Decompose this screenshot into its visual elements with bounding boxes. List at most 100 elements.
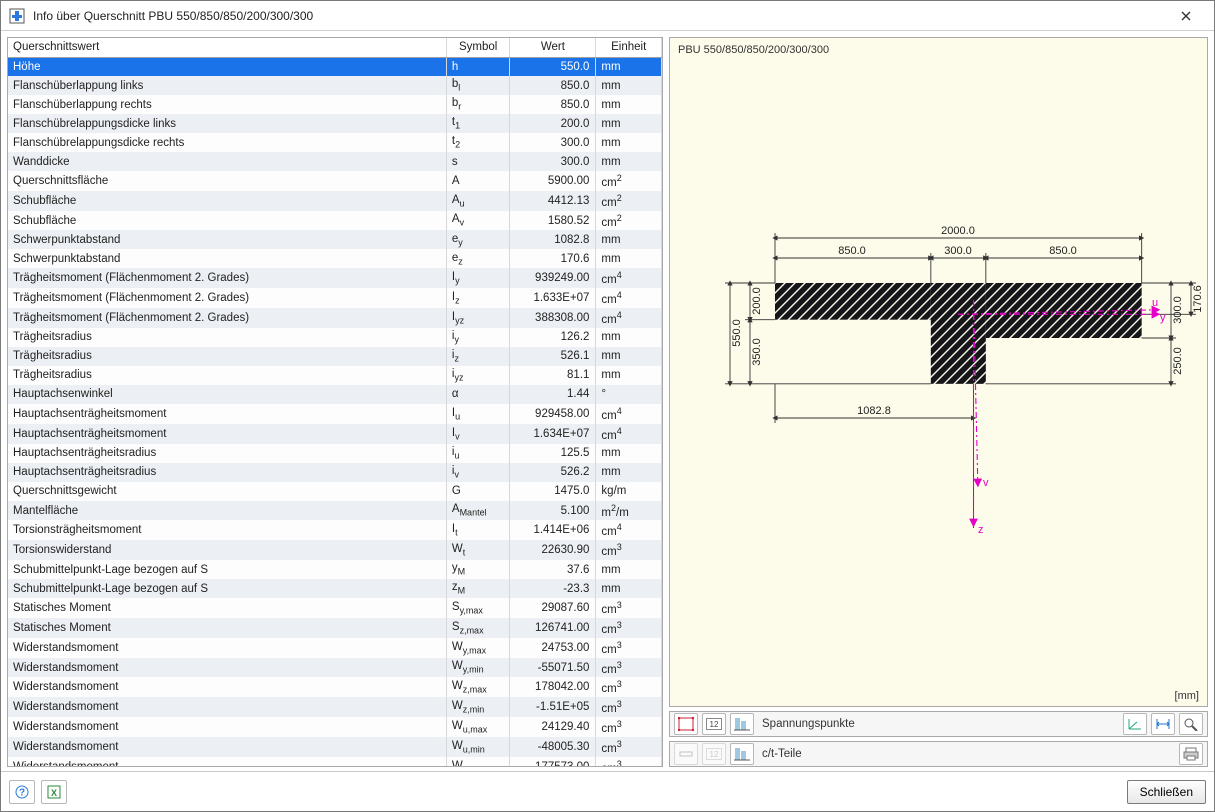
btn-ct-values-icon[interactable] xyxy=(730,743,754,765)
table-row[interactable]: Schwerpunktabstandez170.6mm xyxy=(8,249,662,268)
table-row[interactable]: Wanddickes300.0mm xyxy=(8,152,662,171)
btn-sp-values-icon[interactable] xyxy=(730,713,754,735)
cell-unit: mm xyxy=(596,579,662,598)
cell-name: Hauptachsenträgheitsmoment xyxy=(8,424,446,444)
cell-symbol: iyz xyxy=(446,366,510,385)
btn-sp-num-icon[interactable]: 12 xyxy=(702,713,726,735)
cell-symbol: iz xyxy=(446,347,510,366)
table-row[interactable]: Flanschübrelappungsdicke linkst1200.0mm xyxy=(8,114,662,133)
window-close-icon[interactable] xyxy=(1166,2,1206,30)
cell-unit: m2/m xyxy=(596,501,662,521)
cell-value: -1.51E+05 xyxy=(510,697,596,717)
table-row[interactable]: SchubflächeAu4412.13cm2 xyxy=(8,191,662,211)
table-row[interactable]: TorsionsträgheitsmomentIt1.414E+06cm4 xyxy=(8,520,662,540)
cell-name: Schubmittelpunkt-Lage bezogen auf S xyxy=(8,579,446,598)
svg-text:?: ? xyxy=(19,787,25,798)
cell-value: 300.0 xyxy=(510,133,596,152)
table-row[interactable]: Statisches MomentSy,max29087.60cm3 xyxy=(8,598,662,618)
table-row[interactable]: Trägheitsradiusiz526.1mm xyxy=(8,347,662,366)
cell-value: 200.0 xyxy=(510,114,596,133)
table-row[interactable]: WiderstandsmomentWu,max24129.40cm3 xyxy=(8,717,662,737)
table-row[interactable]: WiderstandsmomentWu,min-48005.30cm3 xyxy=(8,737,662,757)
cell-unit: cm3 xyxy=(596,598,662,618)
table-row[interactable]: QuerschnittsflächeA5900.00cm2 xyxy=(8,171,662,191)
cell-symbol: Iz xyxy=(446,288,510,308)
btn-axis-icon[interactable] xyxy=(1123,713,1147,735)
table-row[interactable]: WiderstandsmomentWz,min-1.51E+05cm3 xyxy=(8,697,662,717)
help-button[interactable]: ? xyxy=(9,780,35,804)
close-button[interactable]: Schließen xyxy=(1127,780,1206,804)
table-row[interactable]: Hauptachsenträgheitsradiusiu125.5mm xyxy=(8,444,662,463)
cell-value: 5900.00 xyxy=(510,171,596,191)
table-row[interactable]: MantelflächeAMantel5.100m2/m xyxy=(8,501,662,521)
window-title: Info über Querschnitt PBU 550/850/850/20… xyxy=(33,9,1166,23)
btn-print-icon[interactable] xyxy=(1179,743,1203,765)
cell-name: Höhe xyxy=(8,57,446,76)
table-row[interactable]: Höheh550.0mm xyxy=(8,57,662,76)
table-row[interactable]: TorsionswiderstandWt22630.90cm3 xyxy=(8,540,662,560)
table-row[interactable]: HauptachsenträgheitsmomentIu929458.00cm4 xyxy=(8,404,662,424)
table-row[interactable]: Schubmittelpunkt-Lage bezogen auf SzM-23… xyxy=(8,579,662,598)
col-value[interactable]: Wert xyxy=(510,38,596,57)
cell-unit: cm3 xyxy=(596,737,662,757)
btn-ct-frame-icon[interactable] xyxy=(674,743,698,765)
cell-name: Trägheitsradius xyxy=(8,347,446,366)
cell-unit: mm xyxy=(596,463,662,482)
section-diagram[interactable]: PBU 550/850/850/200/300/300 [mm] xyxy=(669,37,1208,707)
cell-name: Trägheitsmoment (Flächenmoment 2. Grades… xyxy=(8,308,446,328)
cell-unit: mm xyxy=(596,133,662,152)
table-row[interactable]: WiderstandsmomentWy,min-55071.50cm3 xyxy=(8,658,662,678)
col-symbol[interactable]: Symbol xyxy=(446,38,510,57)
table-row[interactable]: HauptachsenträgheitsmomentIv1.634E+07cm4 xyxy=(8,424,662,444)
section-svg: 2000.0 850.0 300.0 850.0 1082.8 550.0 20… xyxy=(670,38,1208,698)
cell-value: 1475.0 xyxy=(510,482,596,501)
btn-sp-frame-icon[interactable] xyxy=(674,713,698,735)
table-row[interactable]: WiderstandsmomentWz,max178042.00cm3 xyxy=(8,677,662,697)
table-row[interactable]: Trägheitsradiusiyz81.1mm xyxy=(8,366,662,385)
table-row[interactable]: Hauptachsenträgheitsradiusiv526.2mm xyxy=(8,463,662,482)
property-table-scroll[interactable]: Querschnittswert Symbol Wert Einheit Höh… xyxy=(8,38,662,766)
table-row[interactable]: SchubflächeAv1580.52cm2 xyxy=(8,211,662,231)
btn-print-preview-icon[interactable] xyxy=(1179,713,1203,735)
cell-symbol: It xyxy=(446,520,510,540)
cell-symbol: Iyz xyxy=(446,308,510,328)
toolbar-ct-parts: 12 c/t-Teile xyxy=(669,741,1208,767)
table-row[interactable]: Trägheitsradiusiy126.2mm xyxy=(8,328,662,347)
dim-s: 300.0 xyxy=(944,245,972,257)
table-row[interactable]: Trägheitsmoment (Flächenmoment 2. Grades… xyxy=(8,288,662,308)
btn-ct-num-icon[interactable]: 12 xyxy=(702,743,726,765)
table-row[interactable]: QuerschnittsgewichtG1475.0kg/m xyxy=(8,482,662,501)
cell-name: Hauptachsenwinkel xyxy=(8,385,446,404)
table-row[interactable]: Statisches MomentSz,max126741.00cm3 xyxy=(8,618,662,638)
cell-unit: cm2 xyxy=(596,191,662,211)
app-icon xyxy=(9,8,25,24)
dialog-window: Info über Querschnitt PBU 550/850/850/20… xyxy=(0,0,1215,812)
cell-name: Statisches Moment xyxy=(8,598,446,618)
axis-y: y xyxy=(1160,312,1166,324)
property-table-header[interactable]: Querschnittswert Symbol Wert Einheit xyxy=(8,38,662,57)
table-row[interactable]: Flanschüberlappung rechtsbr850.0mm xyxy=(8,95,662,114)
col-name[interactable]: Querschnittswert xyxy=(8,38,446,57)
col-unit[interactable]: Einheit xyxy=(596,38,662,57)
table-row[interactable]: WiderstandsmomentWy,max24753.00cm3 xyxy=(8,638,662,658)
cell-unit: mm xyxy=(596,560,662,579)
table-row[interactable]: Schwerpunktabstandey1082.8mm xyxy=(8,230,662,249)
table-row[interactable]: WiderstandsmomentWv,max177573.00cm3 xyxy=(8,757,662,766)
cell-name: Schwerpunktabstand xyxy=(8,249,446,268)
cell-symbol: Av xyxy=(446,211,510,231)
cell-symbol: br xyxy=(446,95,510,114)
table-row[interactable]: Flanschüberlappung linksbl850.0mm xyxy=(8,76,662,95)
table-row[interactable]: Trägheitsmoment (Flächenmoment 2. Grades… xyxy=(8,268,662,288)
cell-value: 939249.00 xyxy=(510,268,596,288)
cell-symbol: Wy,max xyxy=(446,638,510,658)
table-row[interactable]: Schubmittelpunkt-Lage bezogen auf SyM37.… xyxy=(8,560,662,579)
table-row[interactable]: Hauptachsenwinkelα1.44° xyxy=(8,385,662,404)
table-row[interactable]: Trägheitsmoment (Flächenmoment 2. Grades… xyxy=(8,308,662,328)
btn-dims-icon[interactable] xyxy=(1151,713,1175,735)
export-excel-button[interactable]: X xyxy=(41,780,67,804)
cell-unit: cm4 xyxy=(596,288,662,308)
cell-symbol: Sz,max xyxy=(446,618,510,638)
table-row[interactable]: Flanschübrelappungsdicke rechtst2300.0mm xyxy=(8,133,662,152)
cell-symbol: Sy,max xyxy=(446,598,510,618)
cell-name: Torsionsträgheitsmoment xyxy=(8,520,446,540)
